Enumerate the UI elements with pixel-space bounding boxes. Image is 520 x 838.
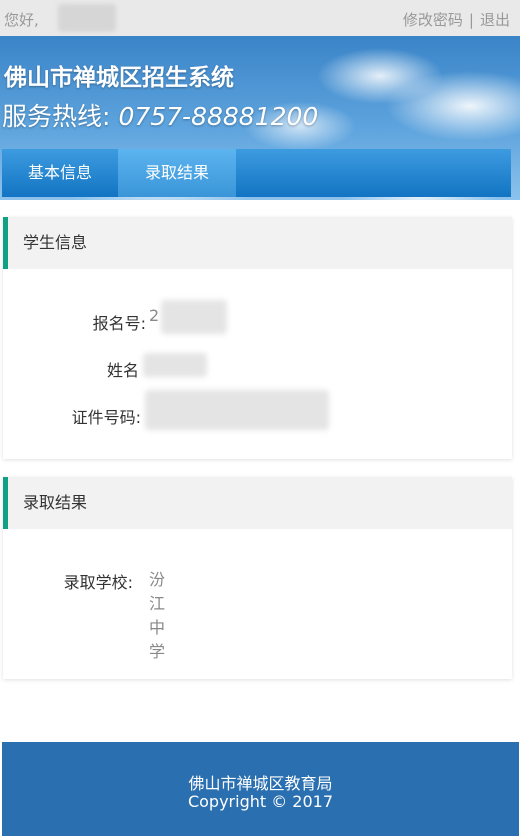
hotline-label: 服务热线:	[2, 102, 111, 131]
blurred-registration-number	[161, 300, 227, 334]
top-bar: 您好, 修改密码 | 退出	[0, 0, 520, 36]
blurred-username	[58, 4, 116, 32]
admitted-school-label: 录取学校:	[63, 573, 133, 592]
link-separator: |	[468, 11, 474, 29]
blurred-name	[143, 353, 207, 377]
system-title: 佛山市禅城区招生系统	[4, 65, 234, 91]
registration-number-label: 报名号:	[92, 314, 146, 333]
page: 您好, 修改密码 | 退出 佛山市禅城区招生系统 服务热线: 0757-8888120…	[0, 0, 520, 838]
footer-org: 佛山市禅城区教育局	[188, 774, 333, 793]
service-hotline: 服务热线: 0757-88881200	[2, 97, 318, 133]
admission-result-header: 录取结果	[3, 477, 512, 529]
student-info-panel: 学生信息 报名号: 2 姓名 证件号码:	[3, 217, 512, 459]
blurred-id-number	[145, 390, 329, 430]
footer-copyright: Copyright © 2017	[187, 792, 334, 811]
id-number-label: 证件号码:	[71, 408, 141, 427]
logout-link[interactable]: 退出	[480, 11, 510, 29]
hotline-number: 0757-88881200	[118, 102, 319, 131]
footer: 佛山市禅城区教育局 Copyright © 2017	[2, 742, 519, 836]
tab-admission-result[interactable]: 录取结果	[118, 149, 236, 197]
tab-basic-info[interactable]: 基本信息	[2, 149, 118, 197]
admitted-school-value: 汾江中学	[149, 570, 166, 661]
student-info-header: 学生信息	[3, 217, 512, 269]
change-password-link[interactable]: 修改密码	[403, 11, 463, 29]
name-label: 姓名	[106, 361, 139, 380]
account-links: 修改密码 | 退出	[403, 9, 510, 30]
main-nav: 基本信息 录取结果	[2, 149, 511, 197]
greeting-text: 您好,	[4, 11, 39, 29]
registration-number-value: 2	[149, 306, 160, 325]
admission-result-panel: 录取结果 录取学校: 汾江中学	[3, 477, 512, 679]
